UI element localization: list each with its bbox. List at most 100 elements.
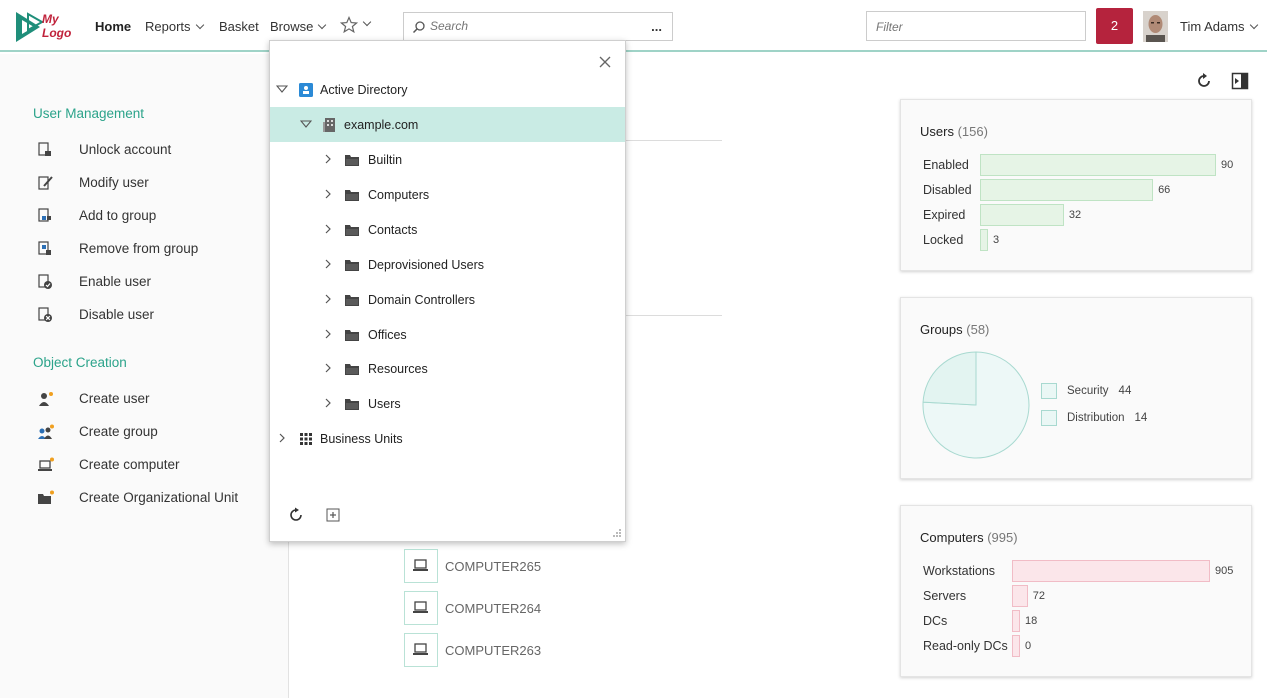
expanded-caret-icon[interactable] (276, 83, 288, 95)
computer-name[interactable]: COMPUTER264 (445, 601, 541, 616)
chevron-down-icon (362, 18, 372, 27)
bar-value: 72 (1032, 590, 1045, 602)
legend-value: 14 (1134, 412, 1148, 424)
sidebar-item-unlock-account[interactable]: Unlock account (37, 140, 277, 160)
tree-node-business-units[interactable]: Business Units (270, 421, 625, 456)
bar-row[interactable]: Workstations 905 (923, 560, 1243, 582)
chevron-down-icon (318, 20, 327, 30)
sidebar-item-create-group[interactable]: Create group (37, 422, 277, 442)
sidebar-item-label: Unlock account (79, 142, 172, 157)
expanded-caret-icon[interactable] (300, 118, 312, 130)
computer-icon-box (404, 633, 438, 667)
create-user-icon (39, 392, 53, 406)
bar[interactable] (980, 229, 988, 251)
card-count: (995) (987, 530, 1018, 545)
chevron-right-icon[interactable] (322, 258, 334, 270)
tree-node-container[interactable]: Domain Controllers (270, 282, 625, 317)
legend-swatch-security (1041, 383, 1057, 399)
chevron-right-icon[interactable] (322, 293, 334, 305)
bar-row[interactable]: Servers 72 (923, 585, 1243, 607)
bar-row[interactable]: DCs 18 (923, 610, 1243, 632)
nav-reports-label: Reports (145, 19, 191, 34)
bar[interactable] (980, 204, 1064, 226)
bar[interactable] (1012, 560, 1210, 582)
notifications-button[interactable]: 2 (1096, 8, 1133, 44)
pie-slice-distribution[interactable] (922, 351, 977, 406)
filter-input[interactable] (876, 20, 1076, 34)
bar-row[interactable]: Read-only DCs 0 (923, 635, 1243, 657)
remove-from-group-icon (38, 241, 51, 255)
sidebar-item-create-user[interactable]: Create user (37, 389, 277, 409)
sidebar-item-label: Modify user (79, 175, 149, 190)
tree-node-example-com[interactable]: example.com (270, 107, 625, 142)
tree-node-container[interactable]: Builtin (270, 142, 625, 177)
tree-node-active-directory[interactable]: Active Directory (270, 72, 625, 107)
sidebar-item-remove-from-group[interactable]: Remove from group (37, 239, 277, 259)
refresh-icon[interactable] (288, 507, 304, 523)
chevron-right-icon[interactable] (322, 153, 334, 165)
sidebar-item-create-ou[interactable]: Create Organizational Unit (37, 488, 277, 508)
computer-name[interactable]: COMPUTER265 (445, 559, 541, 574)
sidebar-item-create-computer[interactable]: Create computer (37, 455, 277, 475)
divider (626, 315, 722, 316)
panel-toggle-icon[interactable] (1231, 72, 1249, 90)
favorites-menu[interactable] (339, 15, 372, 34)
bar-label: Read-only DCs (923, 639, 1008, 653)
chevron-down-icon (195, 20, 204, 30)
user-menu[interactable]: Tim Adams (1180, 19, 1258, 34)
bar-row[interactable]: Disabled 66 (923, 179, 1243, 201)
tree-node-label: Computers (368, 187, 430, 202)
tree-node-container[interactable]: Offices (270, 317, 625, 352)
sidebar-item-modify-user[interactable]: Modify user (37, 173, 277, 193)
bar-label: Locked (923, 233, 964, 247)
folder-icon (345, 329, 359, 341)
bar-row[interactable]: Enabled 90 (923, 154, 1243, 176)
expand-all-icon[interactable] (325, 507, 341, 523)
bar-row[interactable]: Expired 32 (923, 204, 1243, 226)
bar-row[interactable]: Locked 3 (923, 229, 1243, 251)
chevron-right-icon[interactable] (322, 362, 334, 374)
nav-home[interactable]: Home (95, 19, 131, 34)
filter-box[interactable] (866, 11, 1086, 41)
logo-line-1: My (42, 12, 59, 26)
sidebar-item-add-to-group[interactable]: Add to group (37, 206, 277, 226)
search-input[interactable] (430, 19, 630, 33)
close-icon[interactable] (598, 55, 612, 69)
chevron-right-icon[interactable] (322, 188, 334, 200)
chevron-right-icon[interactable] (322, 328, 334, 340)
search-box[interactable]: ... (403, 12, 673, 41)
sidebar-item-disable-user[interactable]: Disable user (37, 305, 277, 325)
folder-icon (345, 189, 359, 201)
business-units-icon (300, 433, 312, 445)
tree-node-label: Active Directory (320, 83, 408, 97)
nav-browse[interactable]: Browse (270, 19, 327, 34)
resize-grip-icon[interactable] (612, 528, 622, 538)
folder-icon (345, 155, 359, 166)
tree-node-container[interactable]: Contacts (270, 212, 625, 247)
bar[interactable] (980, 179, 1154, 201)
bar[interactable] (1012, 610, 1020, 632)
tree-node-container[interactable]: Resources (270, 351, 625, 386)
tree-node-container[interactable]: Deprovisioned Users (270, 247, 625, 282)
search-options-button[interactable]: ... (651, 19, 662, 34)
section-title-user-management: User Management (33, 106, 145, 121)
refresh-icon[interactable] (1195, 72, 1213, 90)
avatar[interactable] (1143, 11, 1168, 42)
computer-name[interactable]: COMPUTER263 (445, 643, 541, 658)
nav-basket[interactable]: Basket (219, 19, 259, 34)
chevron-right-icon[interactable] (322, 223, 334, 235)
sidebar-item-enable-user[interactable]: Enable user (37, 272, 277, 292)
bar-label: Enabled (923, 158, 969, 172)
bar[interactable] (1012, 585, 1028, 607)
search-icon (412, 21, 425, 34)
bar[interactable] (1012, 635, 1020, 657)
create-group-icon (38, 424, 54, 439)
tree-node-container[interactable]: Computers (270, 177, 625, 212)
tree-node-label: example.com (344, 118, 419, 132)
chevron-right-icon[interactable] (322, 397, 334, 409)
chevron-right-icon[interactable] (276, 432, 288, 444)
bar[interactable] (980, 154, 1216, 176)
sidebar: User Management Unlock account Modify us… (0, 54, 289, 698)
nav-reports[interactable]: Reports (145, 19, 204, 34)
tree-node-container[interactable]: Users (270, 386, 625, 421)
